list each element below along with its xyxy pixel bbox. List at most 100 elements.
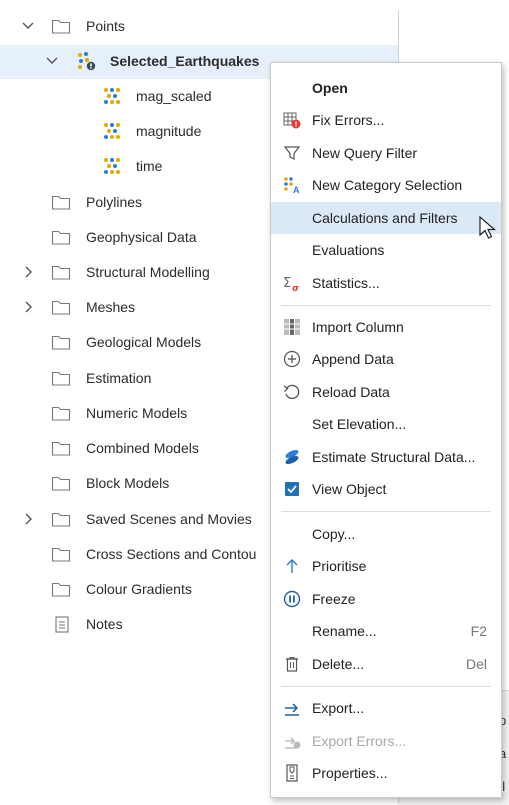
menu-item-label: Calculations and Filters <box>312 210 458 226</box>
pause-circle-icon <box>283 590 301 608</box>
tree-item-label: Polylines <box>86 194 143 210</box>
folder-icon <box>51 19 71 34</box>
menu-evaluations[interactable]: Evaluations <box>271 234 501 266</box>
menu-item-label: View Object <box>312 481 387 497</box>
menu-statistics[interactable]: Σ σ Statistics... <box>271 267 501 299</box>
menu-item-label: Export Errors... <box>312 733 407 749</box>
folder-icon <box>51 512 71 527</box>
tree-item-label: Cross Sections and Contou <box>86 546 257 562</box>
tree-item-label: Notes <box>86 616 123 632</box>
chevron-down-icon[interactable] <box>45 54 59 68</box>
menu-item-label: New Query Filter <box>312 145 418 161</box>
structural-data-icon <box>285 449 299 465</box>
menu-item-label: Prioritise <box>312 558 367 574</box>
folder-icon <box>51 406 71 421</box>
menu-reload-data[interactable]: Reload Data <box>271 376 501 408</box>
menu-freeze[interactable]: Freeze <box>271 583 501 615</box>
menu-copy[interactable]: Copy... <box>271 518 501 550</box>
category-selection-icon: A <box>284 177 300 194</box>
menu-separator <box>281 305 491 306</box>
menu-rename[interactable]: Rename... F2 <box>271 615 501 647</box>
points-icon <box>78 52 96 71</box>
menu-shortcut: F2 <box>470 623 487 639</box>
folder-icon <box>51 547 71 562</box>
tree-item-label: magnitude <box>136 123 202 139</box>
menu-fix-errors[interactable]: Fix Errors... <box>271 104 501 136</box>
svg-text:Σ: Σ <box>283 276 291 291</box>
menu-item-label: Properties... <box>312 765 388 781</box>
menu-separator <box>281 511 491 512</box>
chevron-right-icon[interactable] <box>21 512 35 526</box>
folder-icon <box>51 300 71 315</box>
menu-open[interactable]: Open <box>271 72 501 104</box>
tree-item-label: Combined Models <box>86 440 199 456</box>
menu-view-object[interactable]: View Object <box>271 473 501 505</box>
tree-item-label: Structural Modelling <box>86 264 210 280</box>
filter-icon <box>283 146 301 160</box>
menu-set-elevation[interactable]: Set Elevation... <box>271 408 501 440</box>
menu-estimate-structural-data[interactable]: Estimate Structural Data... <box>271 441 501 473</box>
export-errors-icon <box>285 737 301 749</box>
menu-separator <box>281 686 491 687</box>
menu-append-data[interactable]: Append Data <box>271 343 501 375</box>
menu-shortcut: Del <box>465 656 487 672</box>
context-menu: Open Fix Errors... New Query Filter A Ne… <box>270 62 502 798</box>
tree-item-label: Numeric Models <box>86 405 188 421</box>
tree-item-label: mag_scaled <box>136 88 212 104</box>
menu-import-column[interactable]: Import Column <box>271 311 501 343</box>
menu-new-query-filter[interactable]: New Query Filter <box>271 137 501 169</box>
menu-item-label: Evaluations <box>312 242 385 258</box>
tree-item-label: Meshes <box>86 299 136 315</box>
chevron-down-icon[interactable] <box>21 19 35 33</box>
menu-delete[interactable]: Delete... Del <box>271 648 501 680</box>
svg-text:σ: σ <box>292 284 299 292</box>
tree-item-label: Block Models <box>86 475 170 491</box>
tree-item-label: Estimation <box>86 370 152 386</box>
menu-item-label: Set Elevation... <box>312 416 407 432</box>
menu-properties[interactable]: Properties... <box>271 757 501 789</box>
tree-item-label: Selected_Earthquakes <box>110 53 260 69</box>
tree-item-label: Points <box>86 18 125 34</box>
folder-icon <box>51 476 71 491</box>
tree-item-label: Colour Gradients <box>86 581 192 597</box>
folder-icon <box>51 195 71 210</box>
statistics-icon: Σ σ <box>283 276 299 292</box>
folder-icon <box>51 265 71 280</box>
svg-text:A: A <box>293 185 300 194</box>
menu-prioritise[interactable]: Prioritise <box>271 550 501 582</box>
menu-export[interactable]: Export... <box>271 692 501 724</box>
menu-item-label: Append Data <box>312 351 394 367</box>
points-icon <box>104 123 120 139</box>
mouse-pointer-icon <box>479 215 497 239</box>
menu-item-label: Reload Data <box>312 384 390 400</box>
menu-item-label: Fix Errors... <box>312 112 385 128</box>
folder-icon <box>51 230 71 245</box>
folder-icon <box>51 335 71 350</box>
menu-item-label: Delete... <box>312 656 365 672</box>
checkbox-checked-icon[interactable] <box>283 480 301 498</box>
menu-item-label: Copy... <box>312 526 356 542</box>
reload-icon <box>283 384 300 400</box>
tree-item-points[interactable]: Points <box>0 10 398 44</box>
properties-icon <box>286 764 298 782</box>
tree-item-label: Geophysical Data <box>86 229 197 245</box>
plus-circle-icon <box>283 350 301 368</box>
tree-item-label: Saved Scenes and Movies <box>86 511 252 527</box>
menu-item-label: Estimate Structural Data... <box>312 449 476 465</box>
tree-item-label: Geological Models <box>86 334 202 350</box>
chevron-right-icon[interactable] <box>21 300 35 314</box>
menu-calculations-and-filters[interactable]: Calculations and Filters <box>271 202 501 234</box>
menu-item-label: Freeze <box>312 591 356 607</box>
notes-icon <box>55 616 69 633</box>
menu-item-label: Open <box>312 80 348 96</box>
menu-item-label: Import Column <box>312 319 404 335</box>
menu-export-errors[interactable]: Export Errors... <box>271 725 501 757</box>
export-icon <box>285 703 299 716</box>
chevron-right-icon[interactable] <box>21 265 35 279</box>
folder-icon <box>51 582 71 597</box>
arrow-up-icon <box>286 559 298 573</box>
fix-errors-icon <box>283 112 301 129</box>
folder-icon <box>51 441 71 456</box>
folder-icon <box>51 371 71 386</box>
menu-new-category-selection[interactable]: A New Category Selection <box>271 169 501 201</box>
